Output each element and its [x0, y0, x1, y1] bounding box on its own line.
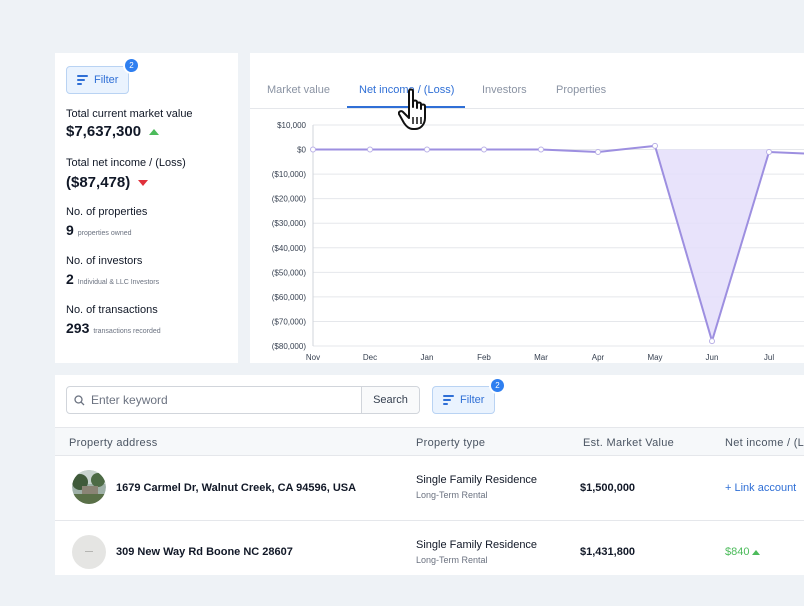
property-photo: [72, 470, 106, 504]
filter-button[interactable]: Filter: [66, 66, 130, 94]
x-tick-label: Jun: [706, 353, 719, 362]
net-income: ($87,478): [66, 174, 149, 191]
x-tick-label: Jul: [764, 353, 774, 362]
transactions-stat: 293 transactions recorded: [66, 320, 161, 336]
net-income-value: $840: [725, 546, 761, 558]
properties-note: properties owned: [77, 230, 132, 237]
filter-icon: [77, 75, 88, 85]
properties-label: No. of properties: [66, 206, 148, 218]
tab-market-value[interactable]: Market value: [267, 84, 330, 96]
header-property-type[interactable]: Property type: [416, 437, 485, 449]
header-net-income[interactable]: Net income / (L: [725, 437, 804, 449]
data-point: [424, 146, 430, 153]
filter-label: Filter: [460, 394, 485, 406]
x-tick-label: Mar: [534, 353, 548, 362]
net-income-amount: $840: [725, 546, 750, 558]
trend-up-icon: [149, 128, 160, 135]
table-row[interactable]: 309 New Way Rd Boone NC 28607 Single Fam…: [55, 521, 804, 575]
stats-card: Filter 2 Total current market value $7,6…: [55, 53, 238, 363]
search-icon: [67, 394, 91, 406]
y-tick-label: ($80,000): [272, 342, 307, 351]
investors-stat: 2 Individual & LLC Investors: [66, 271, 159, 287]
table-row[interactable]: 1679 Carmel Dr, Walnut Creek, CA 94596, …: [55, 456, 804, 521]
x-tick-label: Feb: [477, 353, 491, 362]
y-tick-label: ($20,000): [272, 195, 307, 204]
transactions-count: 293: [66, 320, 90, 336]
market-value-amount: $7,637,300: [66, 123, 142, 140]
x-tick-label: Jan: [421, 353, 434, 362]
search-box: Search: [66, 386, 420, 414]
net-income-amount: ($87,478): [66, 174, 131, 191]
data-point: [367, 146, 373, 153]
chart-card: Market value Net income / (Loss) Investo…: [250, 53, 804, 363]
x-tick-label: May: [647, 353, 662, 362]
x-tick-label: Apr: [592, 353, 605, 362]
search-input[interactable]: [91, 388, 361, 412]
y-tick-label: ($50,000): [272, 268, 307, 277]
transactions-label: No. of transactions: [66, 304, 158, 316]
market-value: $7,637,300: [66, 123, 160, 140]
loss-area: [655, 149, 769, 342]
property-subtype: Long-Term Rental: [416, 555, 488, 565]
hand-pointer-icon: [398, 88, 426, 130]
investors-count: 2: [66, 271, 74, 287]
net-income-label: Total net income / (Loss): [66, 157, 186, 169]
data-point: [709, 338, 715, 345]
net-income-chart: $10,000 $0 ($10,000) ($20,000) ($30,000) ($40…: [272, 121, 804, 362]
market-value: $1,431,800: [580, 546, 636, 558]
properties-table-card: Search Filter 2 Property address Propert…: [55, 375, 804, 575]
y-tick-label: ($10,000): [272, 170, 307, 179]
y-tick-label: $10,000: [277, 121, 306, 130]
property-type: Single Family Residence: [416, 474, 538, 486]
y-tick-label: ($40,000): [272, 244, 307, 253]
market-value-label: Total current market value: [66, 108, 193, 120]
header-market-value[interactable]: Est. Market Value: [583, 437, 674, 449]
filter-label: Filter: [94, 74, 119, 86]
data-point: [481, 146, 487, 153]
trend-up-icon: [752, 549, 761, 555]
property-subtype: Long-Term Rental: [416, 490, 488, 500]
property-address: 1679 Carmel Dr, Walnut Creek, CA 94596, …: [116, 482, 357, 494]
y-tick-label: $0: [297, 146, 306, 155]
properties-stat: 9 properties owned: [66, 222, 132, 238]
search-button[interactable]: Search: [361, 387, 419, 413]
y-tick-label: ($70,000): [272, 317, 307, 326]
header-property-address[interactable]: Property address: [69, 437, 158, 449]
filter-count-badge: 2: [489, 377, 506, 394]
table-header: Property address Property type Est. Mark…: [55, 427, 804, 456]
tab-investors[interactable]: Investors: [482, 84, 527, 96]
transactions-note: transactions recorded: [93, 328, 161, 335]
y-tick-label: ($30,000): [272, 219, 307, 228]
properties-count: 9: [66, 222, 74, 238]
y-tick-label: ($60,000): [272, 293, 307, 302]
investors-label: No. of investors: [66, 255, 143, 267]
property-type: Single Family Residence: [416, 539, 538, 551]
data-point: [652, 142, 658, 149]
link-account-link[interactable]: + Link account: [725, 482, 796, 494]
market-value: $1,500,000: [580, 482, 636, 494]
data-point: [538, 146, 544, 153]
chart-tabs: Market value Net income / (Loss) Investo…: [250, 53, 804, 109]
table-filter-button[interactable]: Filter: [432, 386, 496, 414]
x-tick-label: Nov: [306, 353, 320, 362]
property-photo-placeholder: [72, 535, 106, 569]
x-tick-label: Dec: [363, 353, 377, 362]
trend-down-icon: [138, 179, 149, 186]
property-address: 309 New Way Rd Boone NC 28607: [116, 546, 293, 558]
filter-count-badge: 2: [123, 57, 140, 74]
data-point: [766, 149, 772, 156]
investors-note: Individual & LLC Investors: [77, 279, 160, 286]
tab-properties[interactable]: Properties: [556, 84, 606, 96]
data-point: [595, 149, 601, 156]
data-point: [310, 146, 316, 153]
filter-icon: [443, 395, 454, 405]
